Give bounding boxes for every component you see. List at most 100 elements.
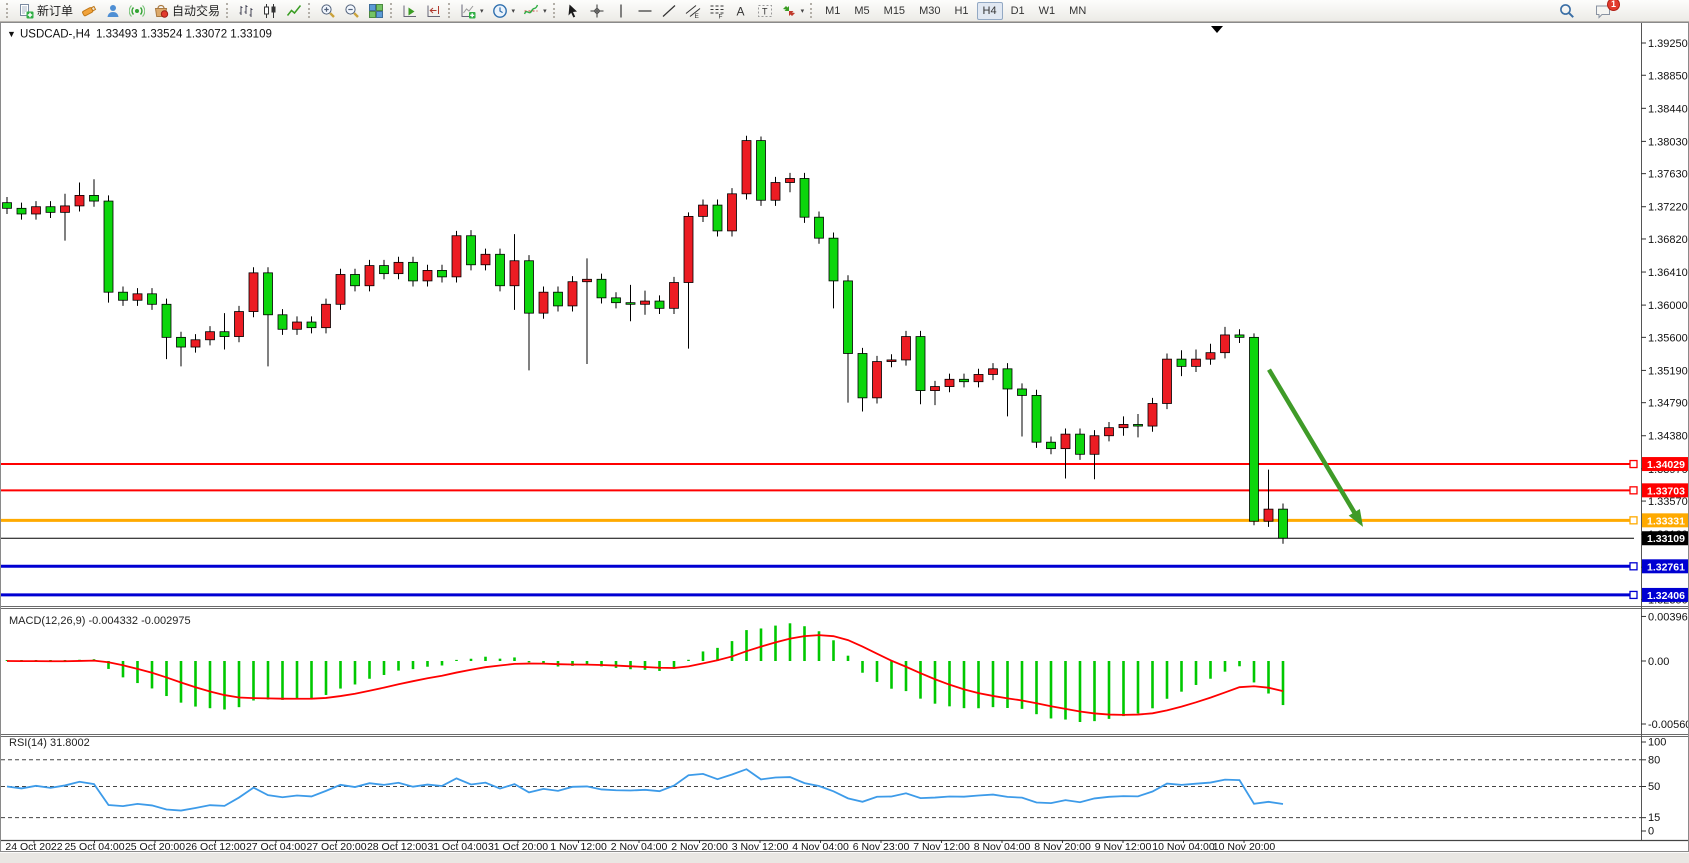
collapse-ohlc-icon[interactable]: ▼ — [7, 29, 16, 39]
chart-shift-marker[interactable] — [1211, 26, 1223, 33]
toolbar: 新订单自动交易▾▾▾EFAT▾M1M5M15M30H1H4D1W1MN1 — [0, 0, 1689, 22]
hline-objects — [1, 461, 1637, 599]
zoom-in-icon — [320, 3, 336, 19]
toolbar-grip — [308, 3, 312, 18]
date-axis[interactable]: 24 Oct 202225 Oct 04:0025 Oct 20:0026 Oc… — [5, 840, 1275, 851]
signals-button[interactable] — [125, 1, 149, 21]
horizontal-line-object[interactable] — [1, 517, 1637, 524]
timeframe-h1-button[interactable]: H1 — [948, 2, 974, 20]
timeframe-m5-button[interactable]: M5 — [848, 2, 875, 20]
cursor-button[interactable] — [561, 1, 585, 21]
text-button[interactable]: A — [729, 1, 753, 21]
text-icon: A — [733, 3, 749, 19]
svg-text:28 Oct 12:00: 28 Oct 12:00 — [367, 841, 427, 851]
toolbar-grip — [226, 3, 230, 18]
notification-badge: 1 — [1607, 0, 1620, 11]
svg-text:27 Oct 20:00: 27 Oct 20:00 — [306, 841, 366, 851]
autotrade-button-label: 自动交易 — [172, 2, 220, 19]
price-axis[interactable]: 1.392501.388501.384401.380301.376301.372… — [1641, 38, 1688, 838]
hline-price-label: 1.32406 — [1642, 588, 1688, 602]
vertical-line-button[interactable] — [609, 1, 633, 21]
svg-text:7 Nov 12:00: 7 Nov 12:00 — [913, 841, 970, 851]
autotrade-button[interactable]: 自动交易 — [149, 1, 224, 21]
chart-canvas[interactable]: 1.392501.388501.384401.380301.376301.372… — [1, 23, 1688, 851]
svg-text:1.36820: 1.36820 — [1648, 234, 1688, 246]
profiles-button[interactable]: ▾ — [488, 1, 520, 21]
hline-price-label: 1.33331 — [1642, 513, 1688, 527]
chart-window[interactable]: 1.392501.388501.384401.380301.376301.372… — [0, 22, 1689, 852]
svg-text:1.36000: 1.36000 — [1648, 300, 1688, 312]
timeframe-m30-button[interactable]: M30 — [913, 2, 946, 20]
highlighter-button[interactable] — [77, 1, 101, 21]
candlestick-button[interactable] — [258, 1, 282, 21]
toolbar-grip — [553, 3, 557, 18]
zoom-out-button[interactable] — [340, 1, 364, 21]
horizontal-line-object[interactable] — [1, 487, 1637, 494]
arrows-button[interactable]: ▾ — [777, 1, 809, 21]
svg-text:E: E — [694, 13, 699, 19]
crosshair-button[interactable] — [585, 1, 609, 21]
search-icon — [1559, 3, 1575, 19]
timeframe-w1-button[interactable]: W1 — [1033, 2, 1062, 20]
horizontal-line-object[interactable] — [1, 591, 1637, 598]
rsi-indicator-label: RSI(14) 31.8002 — [9, 737, 90, 749]
toolbar-grip — [448, 3, 452, 18]
horizontal-line-object[interactable] — [1, 461, 1637, 468]
timeframe-m15-button[interactable]: M15 — [878, 2, 911, 20]
timeframe-mn-button[interactable]: MN — [1063, 2, 1092, 20]
horizontal-line-object[interactable] — [1, 563, 1637, 570]
timeframe-m1-button[interactable]: M1 — [819, 2, 846, 20]
dropdown-caret-icon: ▾ — [512, 7, 516, 15]
svg-text:1.32406: 1.32406 — [1647, 590, 1685, 602]
chart-shift-button[interactable] — [422, 1, 446, 21]
fibonacci-button[interactable]: F — [705, 1, 729, 21]
candlestick-icon — [262, 3, 278, 19]
crosshair-icon — [589, 3, 605, 19]
svg-text:1.35190: 1.35190 — [1648, 365, 1688, 377]
trendline-button[interactable] — [657, 1, 681, 21]
svg-text:10 Nov 04:00: 10 Nov 04:00 — [1152, 841, 1215, 851]
rsi-pane — [1, 760, 1641, 818]
toolbar-grip — [390, 3, 394, 18]
text-label-button[interactable]: T — [753, 1, 777, 21]
label-icon: T — [757, 3, 773, 19]
indicators-icon — [523, 3, 539, 19]
search-button[interactable] — [1555, 1, 1579, 21]
pane-chrome — [1, 23, 1688, 841]
bar-chart-button[interactable] — [234, 1, 258, 21]
zoom-in-button[interactable] — [316, 1, 340, 21]
highlighter-icon — [81, 3, 97, 19]
svg-text:-0.005601: -0.005601 — [1648, 719, 1688, 731]
status-bar — [0, 852, 1689, 863]
current-price-label: 1.33109 — [1642, 531, 1688, 545]
new-chart-button[interactable]: ▾ — [456, 1, 488, 21]
svg-text:3 Nov 12:00: 3 Nov 12:00 — [732, 841, 789, 851]
channel-button[interactable]: E — [681, 1, 705, 21]
zoom-out-icon — [344, 3, 360, 19]
community-button[interactable] — [101, 1, 125, 21]
toolbar-grip — [6, 3, 10, 18]
svg-text:0: 0 — [1648, 826, 1654, 838]
svg-text:1.34029: 1.34029 — [1647, 459, 1685, 471]
new-order-button[interactable]: 新订单 — [14, 1, 77, 21]
tile-windows-button[interactable] — [364, 1, 388, 21]
auto-scroll-button[interactable] — [398, 1, 422, 21]
chat-button[interactable]: 1 — [1591, 1, 1615, 21]
timeframe-d1-button[interactable]: D1 — [1005, 2, 1031, 20]
indicators-button[interactable]: ▾ — [519, 1, 551, 21]
auto-scroll-icon — [402, 3, 418, 19]
horizontal-line-button[interactable] — [633, 1, 657, 21]
trend-arrow-annotation[interactable] — [1269, 370, 1363, 527]
new-chart-icon — [460, 3, 476, 19]
line-chart-button[interactable] — [282, 1, 306, 21]
svg-text:1.33109: 1.33109 — [1647, 533, 1685, 545]
svg-text:8 Nov 20:00: 8 Nov 20:00 — [1034, 841, 1091, 851]
hline-price-label: 1.34029 — [1642, 457, 1688, 471]
vline-icon — [613, 3, 629, 19]
timeframe-h4-button[interactable]: H4 — [977, 2, 1003, 20]
svg-text:1.34380: 1.34380 — [1648, 431, 1688, 443]
profiles-icon — [492, 3, 508, 19]
macd-indicator-label: MACD(12,26,9) -0.004332 -0.002975 — [9, 615, 191, 627]
candles-layer — [3, 136, 1288, 544]
svg-text:1.37630: 1.37630 — [1648, 169, 1688, 181]
